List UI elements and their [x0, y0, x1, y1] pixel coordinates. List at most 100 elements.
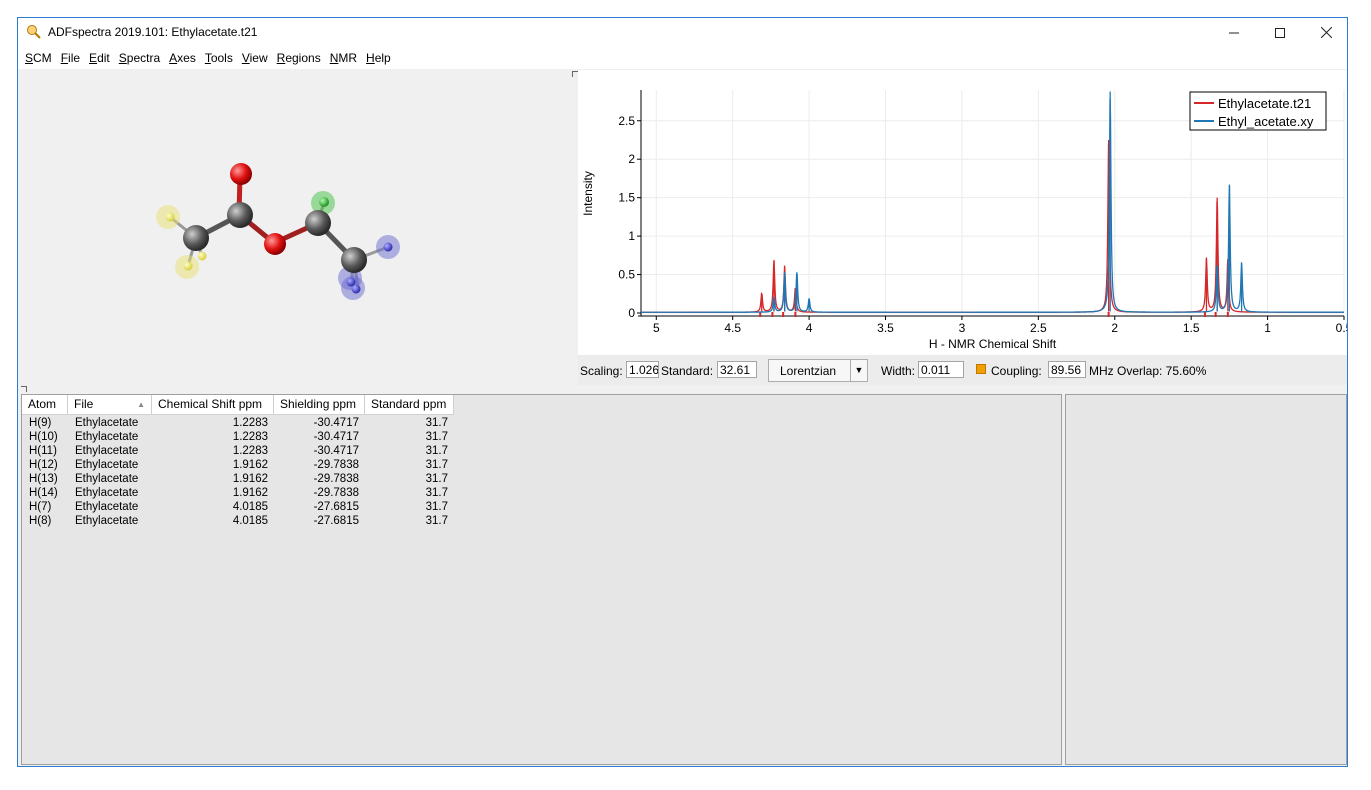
menu-axes[interactable]: Axes — [165, 51, 201, 65]
spectrum-line-experimental[interactable] — [641, 98, 1344, 313]
cell-atom: H(14) — [29, 487, 58, 499]
cell-chemical-shift: 1.9162 — [232, 473, 268, 485]
menu-tools[interactable]: Tools — [201, 51, 238, 65]
x-axis-label: H - NMR Chemical Shift — [929, 337, 1057, 351]
minimize-button[interactable] — [1211, 18, 1257, 47]
table-row[interactable]: H(14) Ethylacetate 1.9162 -29.7838 31.7 — [22, 486, 454, 500]
cell-chemical-shift: 4.0185 — [232, 515, 268, 527]
x-tick-label: 0.5 — [1336, 321, 1348, 335]
minimize-icon — [1229, 32, 1239, 33]
cell-atom: H(11) — [29, 445, 57, 457]
y-tick-label: 2.5 — [618, 114, 635, 128]
shift-table[interactable]: Atom File ▲ Chemical Shift ppm Shielding… — [21, 394, 1062, 765]
column-header-file-label: File — [74, 397, 94, 411]
table-row[interactable]: H(12) Ethylacetate 1.9162 -29.7838 31.7 — [22, 458, 454, 472]
app-logo-icon — [27, 25, 41, 39]
menu-view[interactable]: View — [238, 51, 273, 65]
hydrogen-atom — [319, 197, 329, 207]
spectrum-line-computed[interactable] — [641, 143, 1344, 313]
cell-standard: 31.7 — [425, 417, 448, 429]
y-tick-label: 2 — [628, 152, 635, 166]
x-tick-label: 2.5 — [1030, 321, 1047, 335]
lineshape-select[interactable]: Lorentzian ▼ — [768, 359, 868, 382]
x-tick-label: 4 — [806, 321, 813, 335]
width-input[interactable]: 0.011 — [918, 361, 964, 378]
table-row[interactable]: H(10) Ethylacetate 1.2283 -30.4717 31.7 — [22, 430, 454, 444]
chevron-down-icon[interactable]: ▼ — [850, 360, 867, 381]
menu-spectra[interactable]: Spectra — [115, 51, 165, 65]
nmr-spectrum-chart[interactable]: 5 4.5 4 3.5 3 2.5 2 1.5 1 0.5 0 0.5 1 1.5 2 2.5 H - NMR … — [578, 70, 1348, 355]
column-header-standard[interactable]: Standard ppm — [365, 395, 454, 414]
coupling-label: Coupling: — [991, 364, 1042, 378]
cell-atom: H(13) — [29, 473, 58, 485]
cell-standard: 31.7 — [425, 515, 448, 527]
cell-standard: 31.7 — [425, 501, 448, 513]
cell-chemical-shift: 1.9162 — [232, 487, 268, 499]
cell-standard: 31.7 — [425, 487, 448, 499]
menu-scm[interactable]: SCM — [21, 51, 57, 65]
column-header-shielding[interactable]: Shielding ppm — [274, 395, 365, 414]
menu-edit[interactable]: Edit — [85, 51, 115, 65]
cell-chemical-shift: 4.0185 — [232, 501, 268, 513]
hydrogen-atom — [183, 261, 193, 271]
oxygen-atom — [264, 233, 286, 255]
molecule-3d-view[interactable] — [20, 70, 571, 385]
standard-input[interactable]: 32.61 — [717, 361, 757, 378]
x-tick-label: 2 — [1111, 321, 1118, 335]
menu-file[interactable]: File — [57, 51, 85, 65]
legend-entry[interactable]: Ethylacetate.t21 — [1218, 96, 1311, 111]
cell-shielding: -30.4717 — [313, 431, 359, 443]
x-tick-label: 1 — [1264, 321, 1271, 335]
sort-ascending-icon: ▲ — [137, 400, 145, 409]
column-header-chemical-shift[interactable]: Chemical Shift ppm — [152, 395, 274, 414]
cell-standard: 31.7 — [425, 473, 448, 485]
table-row[interactable]: H(11) Ethylacetate 1.2283 -30.4717 31.7 — [22, 444, 454, 458]
coupling-input[interactable]: 89.56 — [1048, 361, 1086, 378]
cell-file: Ethylacetate — [75, 487, 139, 499]
x-tick-label: 5 — [653, 321, 660, 335]
x-tick-label: 4.5 — [724, 321, 741, 335]
menu-nmr[interactable]: NMR — [326, 51, 362, 65]
cell-chemical-shift: 1.2283 — [232, 445, 268, 457]
cell-file: Ethylacetate — [75, 473, 139, 485]
cell-chemical-shift: 1.2283 — [232, 417, 268, 429]
table-row[interactable]: H(9) Ethylacetate 1.2283 -30.4717 31.7 — [22, 416, 454, 430]
scaling-input[interactable]: 1.026 — [626, 361, 659, 378]
close-button[interactable] — [1303, 18, 1347, 47]
y-tick-label: 1 — [628, 229, 635, 243]
cell-file: Ethylacetate — [75, 501, 139, 513]
spectrum-panel[interactable]: 5 4.5 4 3.5 3 2.5 2 1.5 1 0.5 0 0.5 1 1.5 2 2.5 H - NMR … — [578, 70, 1348, 355]
cell-atom: H(12) — [29, 459, 58, 471]
cell-chemical-shift: 1.2283 — [232, 431, 268, 443]
overlap-label: MHz Overlap: 75.60% — [1089, 364, 1207, 378]
hydrogen-atom — [351, 284, 361, 294]
column-header-atom[interactable]: Atom — [22, 395, 68, 414]
side-panel — [1065, 394, 1347, 765]
table-row[interactable]: H(13) Ethylacetate 1.9162 -29.7838 31.7 — [22, 472, 454, 486]
hydrogen-atom — [165, 212, 175, 222]
cell-standard: 31.7 — [425, 445, 448, 457]
menu-help[interactable]: Help — [362, 51, 396, 65]
window-title: ADFspectra 2019.101: Ethylacetate.t21 — [48, 25, 258, 39]
y-tick-label: 0.5 — [618, 268, 635, 282]
cell-file: Ethylacetate — [75, 431, 139, 443]
y-tick-label: 0 — [628, 306, 635, 320]
maximize-button[interactable] — [1257, 18, 1303, 47]
cell-standard: 31.7 — [425, 459, 448, 471]
spectrum-controls: Scaling: 1.026 Standard: 32.61 Lorentzia… — [578, 355, 1347, 385]
cell-shielding: -27.6815 — [313, 515, 359, 527]
menu-regions[interactable]: Regions — [273, 51, 326, 65]
y-tick-label: 1.5 — [618, 191, 635, 205]
hydrogen-atom — [197, 251, 207, 261]
column-header-file[interactable]: File ▲ — [68, 395, 152, 414]
color-swatch-icon[interactable] — [976, 364, 986, 374]
legend-entry[interactable]: Ethyl_acetate.xy — [1218, 114, 1314, 129]
x-tick-label: 1.5 — [1183, 321, 1200, 335]
molecule-viewer[interactable] — [20, 70, 571, 385]
carbon-atom — [183, 225, 209, 251]
title-bar: ADFspectra 2019.101: Ethylacetate.t21 — [18, 18, 1347, 47]
table-row[interactable]: H(7) Ethylacetate 4.0185 -27.6815 31.7 — [22, 500, 454, 514]
horizontal-splitter[interactable] — [18, 385, 1347, 393]
table-row[interactable]: H(8) Ethylacetate 4.0185 -27.6815 31.7 — [22, 514, 454, 528]
vertical-splitter[interactable] — [571, 70, 578, 385]
